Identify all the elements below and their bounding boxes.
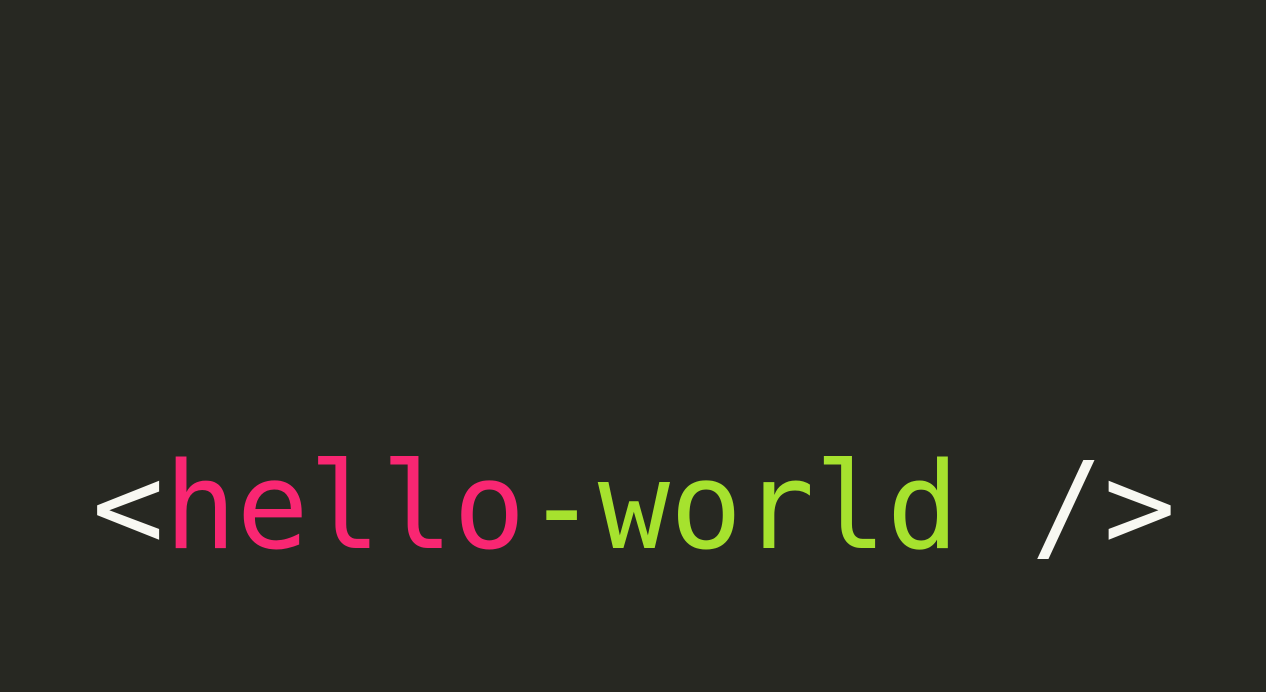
self-closing-token: /> (1031, 438, 1176, 577)
code-canvas: <hello-world /> (0, 0, 1266, 692)
tag-name-hello: hello (164, 438, 526, 577)
tag-space (959, 438, 1031, 577)
open-bracket: < (92, 438, 165, 577)
hello-world-tag: <hello-world /> (92, 438, 1212, 578)
tag-name-world: -world (525, 438, 959, 577)
